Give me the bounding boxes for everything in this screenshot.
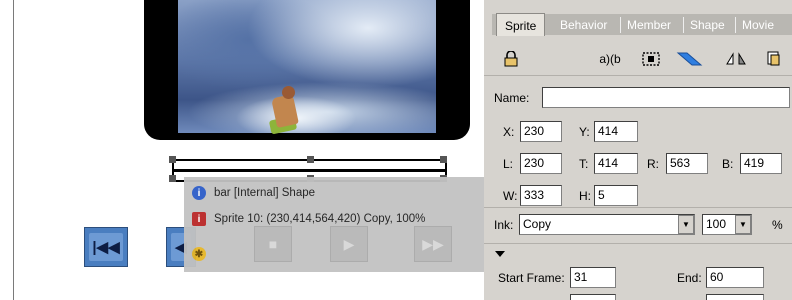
movie-preview xyxy=(144,0,470,140)
trails-icon[interactable] xyxy=(764,48,784,70)
x-label: X: xyxy=(503,125,515,139)
rewind-button[interactable]: |◀◀ xyxy=(84,227,128,267)
fast-forward-icon: ▶▶ xyxy=(422,235,444,252)
left-label: L: xyxy=(503,157,514,171)
ink-label: Ink: xyxy=(494,218,514,232)
tab-separator xyxy=(683,17,684,33)
blend-dropdown-arrow[interactable]: ▼ xyxy=(735,215,751,234)
x-field[interactable]: 230 xyxy=(520,121,562,142)
right-label: R: xyxy=(647,157,659,171)
inspector-tabs: Sprite Behavior Member Shape Movie xyxy=(484,0,792,38)
fast-forward-button[interactable]: ▶▶ xyxy=(414,226,452,262)
sprite-details-text: Sprite 10: (230,414,564,420) Copy, 100% xyxy=(214,213,426,225)
next-field-partial[interactable] xyxy=(706,294,764,300)
top-label: T: xyxy=(579,157,589,171)
ab-toggle-button[interactable]: a)(b xyxy=(596,48,624,70)
sprite-toolbar: a)(b xyxy=(484,40,792,76)
flip-icon[interactable] xyxy=(724,48,748,70)
bottom-label: B: xyxy=(722,157,734,171)
behavior-row: ✱ xyxy=(192,245,206,263)
y-field[interactable]: 414 xyxy=(594,121,638,142)
blend-percent-label: % xyxy=(772,218,783,232)
play-button[interactable]: ▶ xyxy=(330,226,368,262)
surfer-body xyxy=(271,94,299,128)
y-label: Y: xyxy=(579,125,590,139)
tab-shape[interactable]: Shape xyxy=(686,15,729,35)
height-field[interactable]: 5 xyxy=(594,185,638,206)
resize-handle-top-middle[interactable] xyxy=(307,156,314,163)
tab-behavior[interactable]: Behavior xyxy=(556,15,611,35)
gear-icon[interactable]: ✱ xyxy=(192,247,206,261)
property-inspector: Sprite Behavior Member Shape Movie a)(b … xyxy=(484,0,792,300)
rewind-icon: |◀◀ xyxy=(89,233,123,261)
tab-sprite[interactable]: Sprite xyxy=(496,13,546,36)
width-label: W: xyxy=(503,189,518,203)
start-frame-field[interactable]: 31 xyxy=(570,267,616,288)
name-field[interactable] xyxy=(542,87,790,108)
start-frame-label: Start Frame: xyxy=(498,271,565,285)
editable-icon[interactable] xyxy=(640,48,662,70)
expand-collapse-icon[interactable] xyxy=(495,251,505,257)
height-label: H: xyxy=(579,189,591,203)
sprite-name-row: i bar [Internal] Shape xyxy=(192,184,315,202)
tab-movie[interactable]: Movie xyxy=(738,15,778,35)
stop-icon: ■ xyxy=(268,236,278,252)
ink-select[interactable]: Copy xyxy=(519,214,695,235)
info-icon: i xyxy=(192,186,206,200)
end-frame-label: End: xyxy=(677,271,702,285)
tab-member[interactable]: Member xyxy=(623,15,675,35)
next-field-partial[interactable] xyxy=(570,294,616,300)
lock-icon[interactable] xyxy=(503,48,519,70)
right-field[interactable]: 563 xyxy=(666,153,708,174)
top-field[interactable]: 414 xyxy=(594,153,638,174)
stage-edge xyxy=(13,0,14,300)
sprite-name-text: bar [Internal] Shape xyxy=(214,187,316,199)
ink-dropdown-arrow[interactable]: ▼ xyxy=(678,215,694,234)
resize-handle-top-left[interactable] xyxy=(169,156,176,163)
tab-separator xyxy=(620,17,621,33)
play-icon: ▶ xyxy=(343,235,355,252)
bottom-field[interactable]: 419 xyxy=(740,153,782,174)
width-field[interactable]: 333 xyxy=(520,185,562,206)
left-field[interactable]: 230 xyxy=(520,153,562,174)
resize-handle-top-right[interactable] xyxy=(440,156,447,163)
bar-shape-line xyxy=(174,169,445,172)
sprite-info-overlay: i bar [Internal] Shape i Sprite 10: (230… xyxy=(184,177,484,272)
stop-button[interactable]: ■ xyxy=(254,226,292,262)
name-label: Name: xyxy=(494,91,530,105)
section-divider xyxy=(484,207,792,208)
surfer-head xyxy=(282,86,295,99)
section-divider xyxy=(484,243,792,244)
surfer-video-frame xyxy=(178,0,436,135)
tab-separator xyxy=(735,17,736,33)
resize-handle-bottom-left[interactable] xyxy=(169,175,176,182)
sprite-details-row: i Sprite 10: (230,414,564,420) Copy, 100… xyxy=(192,210,425,228)
end-frame-field[interactable]: 60 xyxy=(706,267,764,288)
sprite-script-icon: i xyxy=(192,212,206,226)
moveable-icon[interactable] xyxy=(674,48,704,70)
